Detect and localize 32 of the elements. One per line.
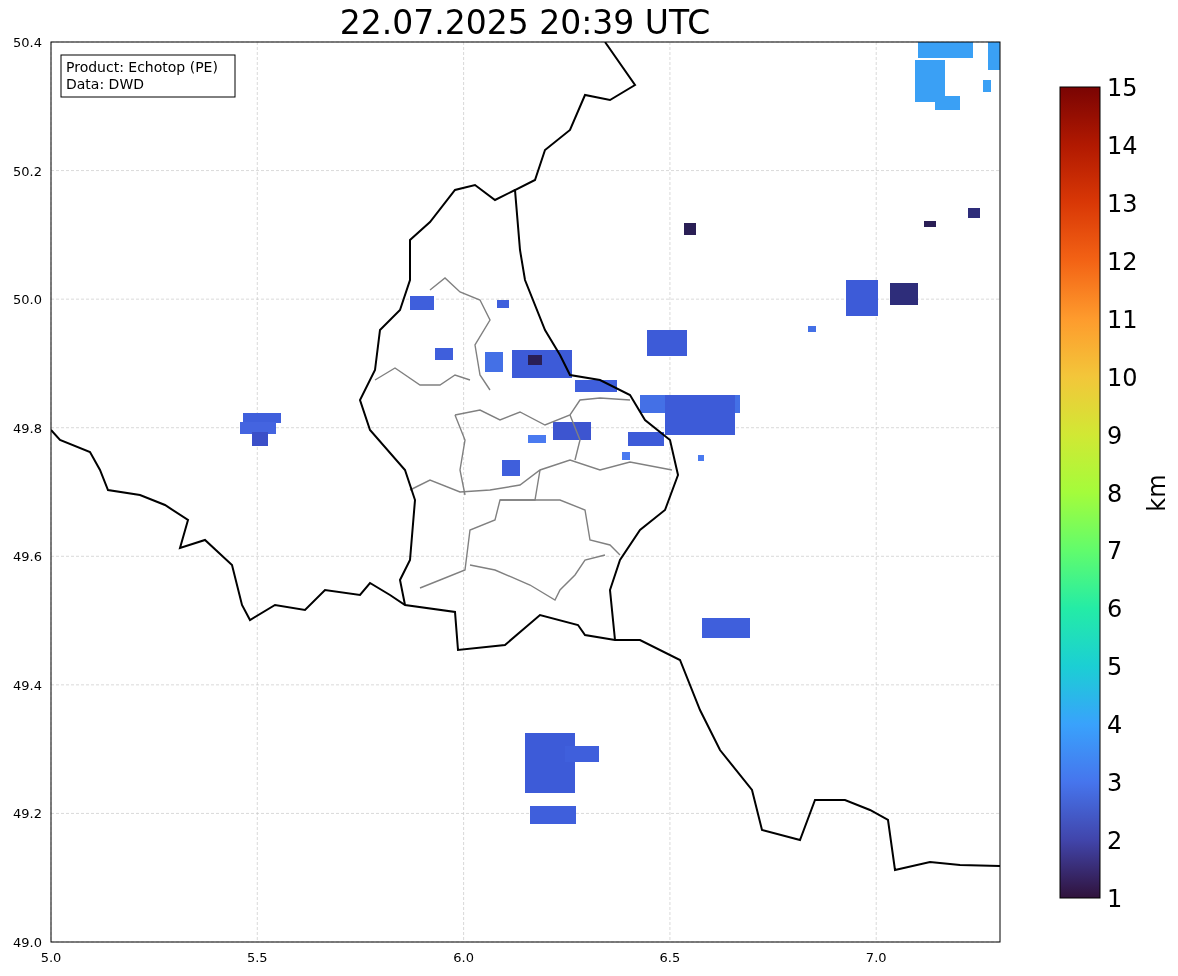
colorbar-tick-label: 15 xyxy=(1107,74,1138,102)
y-tick-label: 49.0 xyxy=(13,935,42,950)
x-tick-label: 6.5 xyxy=(659,950,681,965)
y-tick-label: 49.2 xyxy=(13,806,42,822)
x-tick-label: 6.0 xyxy=(453,950,474,965)
colorbar-tick-label: 9 xyxy=(1107,421,1123,450)
colorbar-tick-label: 7 xyxy=(1107,537,1123,566)
info-text: Data: DWD xyxy=(66,76,144,92)
colorbar-tick-label: 8 xyxy=(1107,479,1123,508)
chart-title: 22.07.2025 20:39 UTC xyxy=(339,3,711,42)
colorbar-tick-label: 13 xyxy=(1107,189,1138,218)
colorbar-tick-label: 10 xyxy=(1107,363,1138,392)
colorbar-tick-label: 5 xyxy=(1107,653,1123,682)
y-tick-label: 50.0 xyxy=(13,292,42,308)
y-tick-label: 50.2 xyxy=(13,163,42,179)
y-tick-label: 49.6 xyxy=(13,549,42,565)
y-tick-label: 49.4 xyxy=(13,677,42,693)
colorbar-tick-label: 11 xyxy=(1107,305,1138,334)
x-tick-label: 5.5 xyxy=(246,950,268,965)
colorbar-tick-label: 4 xyxy=(1107,711,1123,740)
colorbar-tick-label: 12 xyxy=(1107,247,1138,276)
colorbar-tick-label: 2 xyxy=(1107,827,1123,856)
colorbar-tick-label: 3 xyxy=(1107,769,1123,798)
colorbar-tick-label: 14 xyxy=(1107,131,1138,160)
colorbar-tick-label: 1 xyxy=(1107,885,1123,913)
colorbar-label: km xyxy=(1143,474,1171,512)
x-tick-label: 5.0 xyxy=(40,950,62,965)
colorbar-tick-label: 6 xyxy=(1107,595,1123,624)
y-tick-label: 49.8 xyxy=(13,420,42,436)
y-tick-label: 50.4 xyxy=(13,35,42,50)
x-tick-label: 7.0 xyxy=(865,950,887,965)
info-text: Product: Echotop (PE) xyxy=(66,59,218,75)
